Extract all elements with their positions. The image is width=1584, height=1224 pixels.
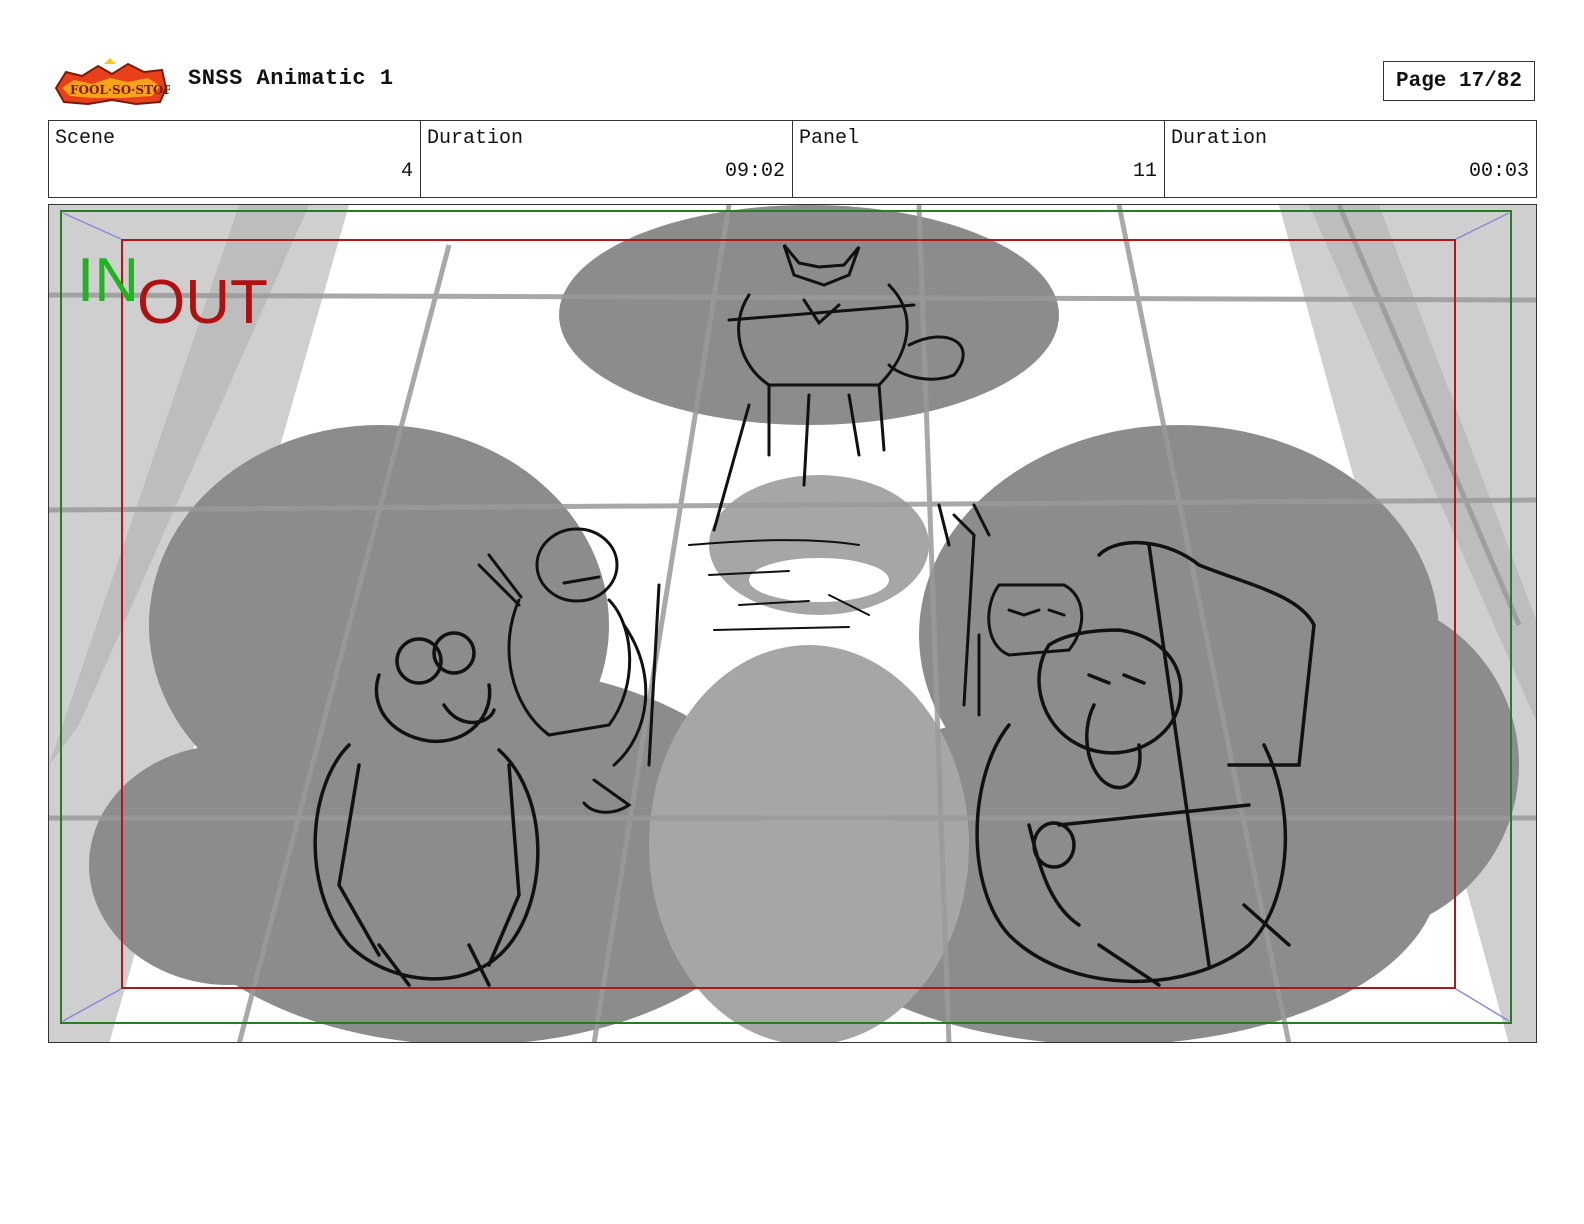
storyboard-sketch: IN OUT [49,205,1536,1042]
page-number: Page 17/82 [1383,61,1535,101]
scene-cell: Scene 4 [49,121,421,197]
scene-info-table: Scene 4 Duration 09:02 Panel 11 Duration… [48,120,1537,198]
panel-cell: Panel 11 [793,121,1165,197]
panel-duration-cell: Duration 00:03 [1165,121,1536,197]
svg-text:FOOL·SO·STOP: FOOL·SO·STOP [70,83,170,97]
panel-label: Panel [799,127,860,150]
center-highlight [749,558,889,602]
document-title: SNSS Animatic 1 [188,66,394,91]
scene-duration-cell: Duration 09:02 [421,121,793,197]
panel-duration-value: 00:03 [1468,160,1529,183]
scene-duration-value: 09:02 [724,160,785,183]
panel-value: 11 [1132,160,1157,183]
scene-value: 4 [400,160,413,183]
brand-logo: FOOL·SO·STOP [52,58,172,108]
storyboard-panel: IN OUT [48,204,1537,1043]
in-marker: IN [77,246,139,315]
panel-duration-label: Duration [1171,127,1268,150]
out-marker: OUT [137,268,268,337]
scene-duration-label: Duration [427,127,524,150]
scene-label: Scene [55,127,116,150]
